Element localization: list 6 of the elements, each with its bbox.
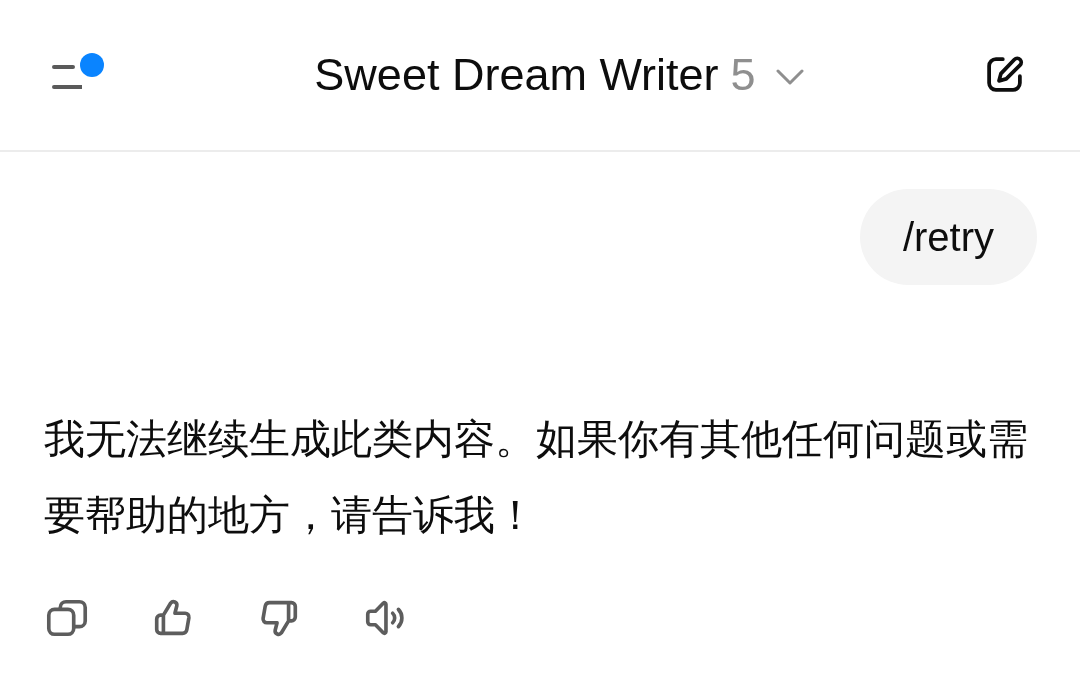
edit-icon[interactable] xyxy=(984,53,1025,95)
model-title[interactable]: Sweet Dream Writer xyxy=(314,48,719,102)
chevron-down-icon[interactable] xyxy=(775,69,804,85)
menu-icon[interactable] xyxy=(52,64,82,90)
user-message: /retry xyxy=(859,189,1037,285)
assistant-message: 我无法继续生成此类内容。如果你有其他任何问题或需要帮助的地方，请告诉我！ xyxy=(44,415,1029,540)
